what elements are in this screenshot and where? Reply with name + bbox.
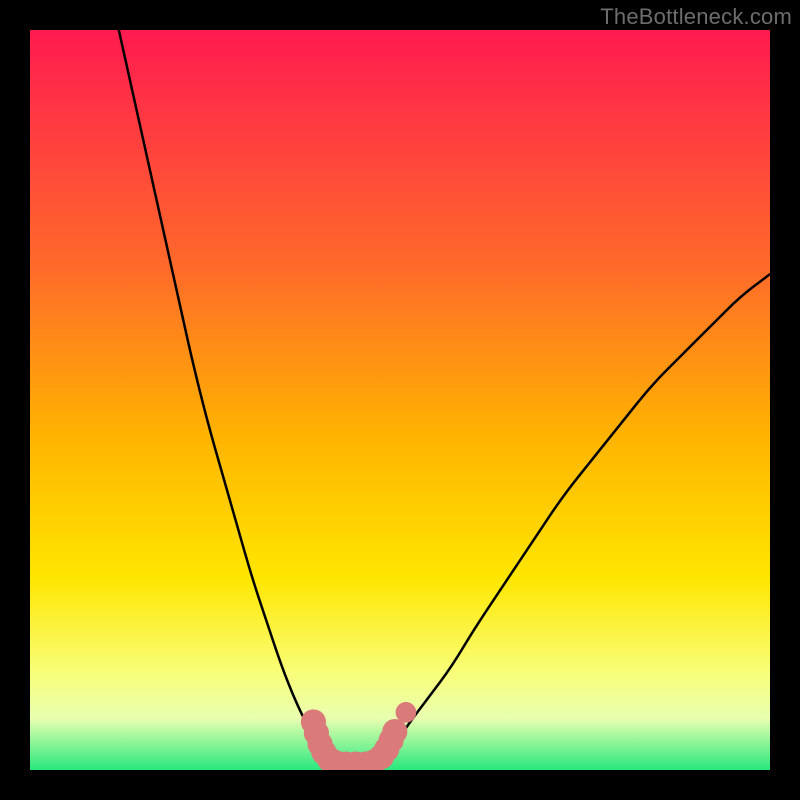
- chart-frame: TheBottleneck.com: [0, 0, 800, 800]
- plot-area: [30, 30, 770, 770]
- chart-svg: [30, 30, 770, 770]
- marker-dot: [396, 702, 417, 723]
- gradient-background: [30, 30, 770, 770]
- marker-dot: [382, 719, 407, 744]
- watermark-text: TheBottleneck.com: [600, 4, 792, 30]
